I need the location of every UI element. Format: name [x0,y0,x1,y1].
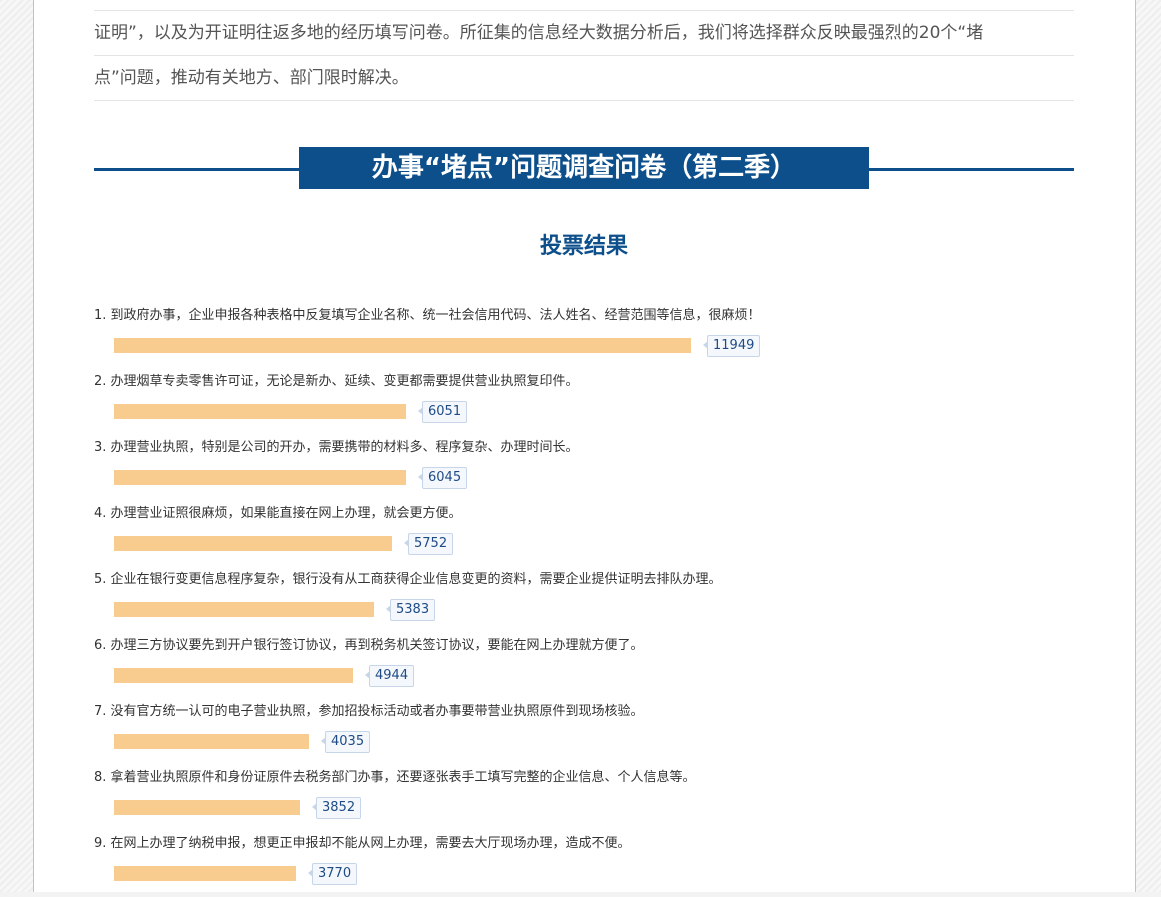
result-item: 6. 办理三方协议要先到开户银行签订协议，再到税务机关签订协议，要能在网上办理就… [94,633,1074,699]
vote-bar [114,536,392,551]
vote-bar [114,800,300,815]
result-question: 7. 没有官方统一认可的电子营业执照，参加招投标活动或者办事要带营业执照原件到现… [94,704,644,719]
vote-bar [114,470,406,485]
result-item: 2. 办理烟草专卖零售许可证，无论是新办、延续、变更都需要提供营业执照复印件。 6… [94,369,1074,435]
article-panel: 证明”，以及为开证明往返多地的经历填写问卷。所征集的信息经大数据分析后，我们将选… [33,0,1136,892]
vote-count-badge: 5383 [385,599,436,621]
result-question: 8. 拿着营业执照原件和身份证原件去税务部门办事，还要逐张表手工填写完整的企业信… [94,770,696,785]
vote-count-badge: 4035 [320,731,371,753]
results-list: 1. 到政府办事，企业申报各种表格中反复填写企业名称、统一社会信用代码、法人姓名… [94,303,1074,897]
result-question: 4. 办理营业证照很麻烦，如果能直接在网上办理，就会更方便。 [94,506,462,521]
result-question: 9. 在网上办理了纳税申报，想更正申报却不能从网上办理，需要去大厅现场办理，造成… [94,836,631,851]
results-heading: 投票结果 [539,234,628,259]
vote-bar [114,602,374,617]
result-question: 2. 办理烟草专卖零售许可证，无论是新办、延续、变更都需要提供营业执照复印件。 [94,374,579,389]
vote-count-badge: 3770 [307,863,358,885]
vote-count-badge: 5752 [403,533,454,555]
intro-line: 证明”，以及为开证明往返多地的经历填写问卷。所征集的信息经大数据分析后，我们将选… [94,11,1074,56]
result-item: 1. 到政府办事，企业申报各种表格中反复填写企业名称、统一社会信用代码、法人姓名… [94,303,1074,369]
vote-count-badge: 11949 [702,335,761,357]
vote-bar [114,668,353,683]
intro-line: 点”问题，推动有关地方、部门限时解决。 [94,56,1074,101]
result-item: 8. 拿着营业执照原件和身份证原件去税务部门办事，还要逐张表手工填写完整的企业信… [94,765,1074,831]
result-item: 5. 企业在银行变更信息程序复杂，银行没有从工商获得企业信息变更的资料，需要企业… [94,567,1074,633]
vote-bar [114,866,296,881]
result-item: 3. 办理营业执照，特别是公司的开办，需要携带的材料多、程序复杂、办理时间长。 6… [94,435,1074,501]
result-question: 6. 办理三方协议要先到开户银行签订协议，再到税务机关签订协议，要能在网上办理就… [94,638,644,653]
result-question: 3. 办理营业执照，特别是公司的开办，需要携带的材料多、程序复杂、办理时间长。 [94,440,579,455]
vote-bar [114,404,406,419]
vote-count-badge: 4944 [364,665,415,687]
result-item: 4. 办理营业证照很麻烦，如果能直接在网上办理，就会更方便。 5752 [94,501,1074,567]
vote-bar [114,338,691,353]
survey-title: 办事“堵点”问题调查问卷（第二季） [299,147,869,189]
result-question: 1. 到政府办事，企业申报各种表格中反复填写企业名称、统一社会信用代码、法人姓名… [94,308,761,323]
result-item: 9. 在网上办理了纳税申报，想更正申报却不能从网上办理，需要去大厅现场办理，造成… [94,831,1074,897]
vote-count-badge: 3852 [311,797,362,819]
result-question: 5. 企业在银行变更信息程序复杂，银行没有从工商获得企业信息变更的资料，需要企业… [94,572,722,587]
vote-bar [114,734,309,749]
result-item: 7. 没有官方统一认可的电子营业执照，参加招投标活动或者办事要带营业执照原件到现… [94,699,1074,765]
intro-paragraph: 证明”，以及为开证明往返多地的经历填写问卷。所征集的信息经大数据分析后，我们将选… [94,10,1074,101]
vote-count-badge: 6051 [417,401,468,423]
vote-count-badge: 6045 [417,467,468,489]
survey-title-banner: 办事“堵点”问题调查问卷（第二季） [94,147,1074,189]
